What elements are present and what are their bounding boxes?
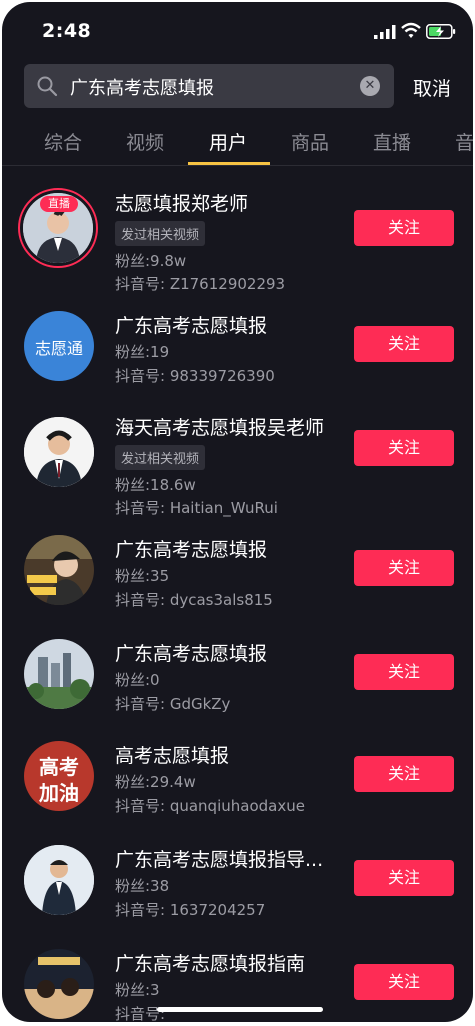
douyin-id: 抖音号: Z17612902293 [115,275,286,293]
fans-count: 粉丝:38 [115,877,170,895]
user-avatar[interactable]: 志愿通 [24,311,94,381]
follow-button[interactable]: 关注 [354,550,454,586]
user-result-row[interactable]: 志愿通 广东高考志愿填报 粉丝:19 抖音号: 98339726390 关注 [2,302,473,406]
user-name[interactable]: 海天高考志愿填报吴老师 [115,413,324,440]
tab-live[interactable]: 直播 [373,128,411,155]
wifi-icon [401,22,421,38]
follow-button[interactable]: 关注 [354,430,454,466]
app-screen: 2:48 广东高考志愿填报 ✕ 取消 综合 视频 用户 商品 直播 音 直播 志… [2,2,473,1022]
follow-button[interactable]: 关注 [354,756,454,792]
illustration-avatar-icon [24,949,94,1019]
douyin-id: 抖音号: quanqiuhaodaxue [115,797,305,815]
avatar-logo-text: 高考 [39,755,79,779]
user-result-row[interactable]: 广东高考志愿填报指导... 粉丝:38 抖音号: 1637204257 关注 [2,836,473,940]
city-buildings-avatar-icon [24,639,94,709]
douyin-id: 抖音号: 1637204257 [115,901,266,919]
birthday-poster-avatar-icon [24,535,94,605]
user-avatar[interactable] [24,535,94,605]
fans-count: 粉丝:19 [115,343,170,361]
fans-count: 粉丝:0 [115,671,160,689]
tab-products[interactable]: 商品 [291,128,329,155]
follow-button[interactable]: 关注 [354,210,454,246]
user-result-row[interactable]: 广东高考志愿填报 粉丝:0 抖音号: GdGkZy 关注 [2,630,473,734]
follow-button[interactable]: 关注 [354,964,454,1000]
status-time: 2:48 [42,20,92,42]
douyin-id: 抖音号: 98339726390 [115,367,275,385]
user-name[interactable]: 志愿填报郑老师 [115,189,248,216]
user-name[interactable]: 高考志愿填报 [115,741,229,768]
related-video-tag: 发过相关视频 [115,221,206,246]
signal-icon [374,25,396,39]
follow-button[interactable]: 关注 [354,860,454,896]
follow-button[interactable]: 关注 [354,326,454,362]
user-name[interactable]: 广东高考志愿填报 [115,311,267,338]
user-result-row[interactable]: 直播 志愿填报郑老师 发过相关视频 粉丝:9.8w 抖音号: Z17612902… [2,180,473,293]
user-result-row[interactable]: 广东高考志愿填报 粉丝:35 抖音号: dycas3als815 关注 [2,526,473,630]
douyin-id: 抖音号: dycas3als815 [115,591,273,609]
user-avatar[interactable] [24,845,94,915]
clear-search-icon[interactable]: ✕ [360,76,380,96]
douyin-id: 抖音号: Haitian_WuRui [115,499,278,517]
fans-count: 粉丝:29.4w [115,773,196,791]
tab-videos[interactable]: 视频 [126,128,164,155]
search-icon [37,76,58,97]
follow-button[interactable]: 关注 [354,654,454,690]
user-avatar[interactable] [24,639,94,709]
avatar-logo-text: 志愿通 [34,339,83,358]
douyin-id: 抖音号: [115,1005,166,1022]
fans-count: 粉丝:3 [115,981,160,999]
battery-charging-icon [426,24,456,39]
person-in-suit-avatar-icon [24,417,94,487]
fans-count: 粉丝:18.6w [115,476,196,494]
user-avatar[interactable]: 高考 加油 [24,741,94,811]
avatar-logo-text: 加油 [39,781,79,805]
tab-comprehensive[interactable]: 综合 [44,128,82,155]
user-avatar[interactable] [24,417,94,487]
user-name[interactable]: 广东高考志愿填报 [115,639,267,666]
user-result-row[interactable]: 海天高考志愿填报吴老师 发过相关视频 粉丝:18.6w 抖音号: Haitian… [2,404,473,517]
cancel-button[interactable]: 取消 [413,74,451,101]
person-in-suit-avatar-icon [24,845,94,915]
status-bar: 2:48 [2,2,473,60]
live-badge: 直播 [40,196,78,212]
user-name[interactable]: 广东高考志愿填报指导... [115,845,323,872]
search-tabs: 综合 视频 用户 商品 直播 音 [2,122,473,166]
fans-count: 粉丝:35 [115,567,170,585]
user-name[interactable]: 广东高考志愿填报 [115,535,267,562]
user-result-row[interactable]: 高考 加油 高考志愿填报 粉丝:29.4w 抖音号: quanqiuhaodax… [2,732,473,836]
search-bar[interactable]: 广东高考志愿填报 ✕ [24,64,394,108]
tab-users[interactable]: 用户 [209,128,247,155]
fans-count: 粉丝:9.8w [115,252,187,270]
user-name[interactable]: 广东高考志愿填报指南 [115,949,305,976]
douyin-id: 抖音号: GdGkZy [115,695,231,713]
home-indicator[interactable] [157,1007,323,1012]
user-avatar[interactable] [24,949,94,1019]
search-input[interactable]: 广东高考志愿填报 [70,74,214,100]
tab-music[interactable]: 音 [455,128,473,155]
tabs-divider [2,165,473,166]
related-video-tag: 发过相关视频 [115,445,206,470]
